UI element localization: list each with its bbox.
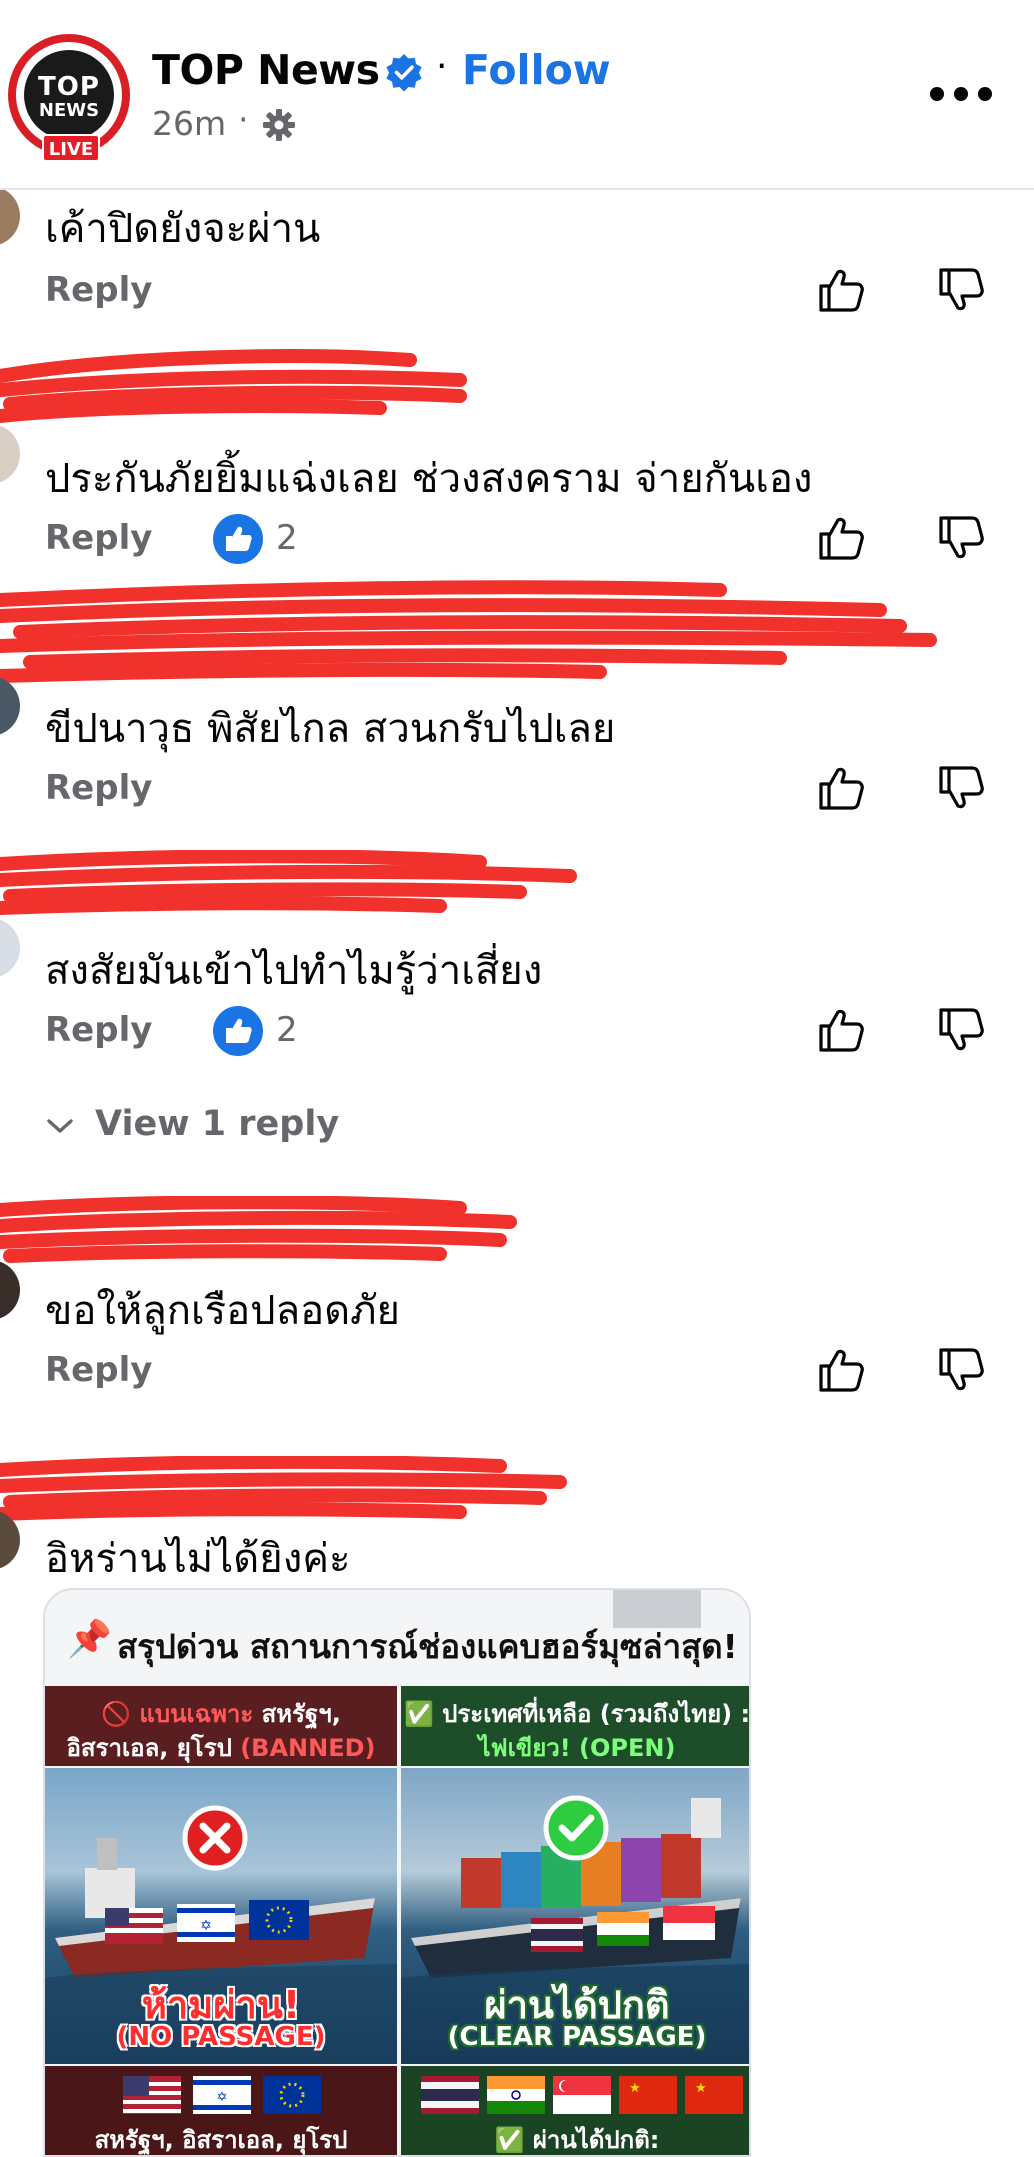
israel-flag-icon: ✡ (193, 2076, 251, 2114)
reply-button[interactable]: Reply (45, 1010, 152, 1050)
view-replies-label: View 1 reply (95, 1104, 340, 1144)
thailand-flag-icon (421, 2076, 479, 2114)
reaction-count[interactable]: 2 (276, 1010, 298, 1050)
comment-image-attachment[interactable]: 📌 สรุปด่วน สถานการณ์ช่องแคบฮอร์มุซล่าสุด… (43, 1588, 751, 2157)
redacted-name (0, 1456, 567, 1521)
comment-text: ประกันภัยยิ้มแฉ่งเลย ช่วงสงคราม จ่ายกันเ… (45, 456, 813, 502)
avatar-core: TOP NEWS (24, 50, 114, 140)
commenter-avatar[interactable] (0, 1510, 20, 1570)
redacted-name (0, 850, 577, 915)
post-header: TOP NEWS LIVE TOP News · Follow 26m · (0, 0, 1034, 190)
live-badge: LIVE (42, 134, 100, 162)
thumbs-down-icon[interactable] (935, 1344, 987, 1396)
reply-button[interactable]: Reply (45, 518, 152, 558)
commenter-avatar[interactable] (0, 424, 20, 484)
verified-badge-icon (386, 54, 422, 92)
banned-panel-header: 🚫 แบนเฉพาะ สหรัฐฯ, อิสราเอล, ยุโรป (BANN… (45, 1686, 397, 1766)
svg-text:★: ★ (629, 2081, 641, 2096)
open-panel-footer: ★ ★ ✅ ผ่านได้ปกติ: (401, 2066, 749, 2155)
cargo-ship-scene-banned: ✡ ห้ามผ่าน! (NO PASSAGE) (45, 1768, 397, 2064)
post-time[interactable]: 26m (152, 104, 226, 143)
us-flag-icon (123, 2076, 181, 2114)
comment-text: ขีปนาวุธ พิสัยไกล สวนกรับไปเลย (45, 706, 616, 752)
open-panel: ✅ ประเทศที่เหลือ (รวมถึงไทย) : ไฟเขียว! … (401, 1686, 749, 2155)
page-avatar[interactable]: TOP NEWS LIVE (8, 34, 130, 162)
thumbs-up-icon[interactable] (815, 512, 867, 564)
eu-flag-icon (263, 2076, 321, 2114)
commenter-avatar[interactable] (0, 1260, 20, 1320)
redacted-name (0, 580, 937, 683)
india-flag-icon (487, 2076, 545, 2114)
thumbs-up-icon[interactable] (815, 264, 867, 316)
china-flag-icon: ★ (685, 2076, 743, 2114)
china-flag-icon: ★ (619, 2076, 677, 2114)
svg-text:✡: ✡ (200, 1918, 212, 1934)
gear-icon (263, 109, 295, 141)
time-separator: · (238, 100, 249, 139)
thumbs-down-icon[interactable] (935, 1004, 987, 1056)
no-passage-label-en: (NO PASSAGE) (116, 2022, 326, 2052)
svg-text:✡: ✡ (217, 2090, 228, 2105)
banned-panel-footer: ✡ สหรัฐฯ, อิสราเอล, ยุโรป (45, 2066, 397, 2155)
reply-button[interactable]: Reply (45, 270, 152, 310)
banned-countries-footer: สหรัฐฯ, อิสราเอล, ยุโรป (94, 2126, 348, 2154)
follow-button[interactable]: Follow (462, 46, 611, 94)
chevron-down-icon (47, 1119, 73, 1133)
logo-news-text: NEWS (38, 100, 100, 121)
open-header-line2: ไฟเขียว! (OPEN) (478, 1734, 676, 1762)
banned-panel: 🚫 แบนเฉพาะ สหรัฐฯ, อิสราเอล, ยุโรป (BANN… (45, 1686, 397, 2155)
like-reaction-icon (213, 514, 263, 564)
clear-passage-label-en: (CLEAR PASSAGE) (447, 2022, 707, 2052)
page-name[interactable]: TOP News (152, 46, 380, 94)
thumbs-down-icon[interactable] (935, 264, 987, 316)
more-options-icon[interactable] (930, 84, 992, 104)
cargo-ship-scene-open: ผ่านได้ปกติ (CLEAR PASSAGE) (401, 1768, 749, 2064)
thumbs-up-icon[interactable] (815, 762, 867, 814)
commenter-avatar[interactable] (0, 918, 20, 978)
reaction-count[interactable]: 2 (276, 518, 298, 558)
open-panel-header: ✅ ประเทศที่เหลือ (รวมถึงไทย) : ไฟเขียว! … (401, 1686, 749, 1766)
redacted-name (0, 349, 467, 423)
thumbs-down-icon[interactable] (935, 512, 987, 564)
logo-top-text: TOP (38, 72, 100, 102)
pin-icon: 📌 (67, 1619, 112, 1660)
svg-text:★: ★ (695, 2081, 707, 2096)
singapore-flag-icon (553, 2076, 611, 2114)
header-separator: · (436, 46, 448, 87)
ban-countries-line1: สหรัฐฯ, (253, 1700, 341, 1728)
open-countries-footer: ✅ ผ่านได้ปกติ: (494, 2126, 660, 2154)
zoom-overlay (613, 1590, 701, 1628)
commenter-avatar[interactable] (0, 676, 20, 736)
comment-text: สงสัยมันเข้าไปทำไมรู้ว่าเสี่ยง (45, 948, 543, 994)
infographic-header: 📌 สรุปด่วน สถานการณ์ช่องแคบฮอร์มุซล่าสุด… (45, 1590, 749, 1690)
banned-header-line2: อิสราเอล, ยุโรป (BANNED) (45, 1728, 397, 1767)
comment-text: เค้าปิดยังจะผ่าน (45, 206, 321, 252)
like-reaction-icon (213, 1006, 263, 1056)
reply-button[interactable]: Reply (45, 768, 152, 808)
thumbs-up-icon[interactable] (815, 1004, 867, 1056)
banned-tag: (BANNED) (240, 1734, 376, 1762)
thumbs-up-icon[interactable] (815, 1344, 867, 1396)
thumbs-down-icon[interactable] (935, 762, 987, 814)
ban-countries-line2: อิสราเอล, ยุโรป (66, 1734, 241, 1762)
comment-text: ขอให้ลูกเรือปลอดภัย (45, 1288, 400, 1334)
ban-prefix: 🚫 แบนเฉพาะ (101, 1700, 254, 1728)
commenter-avatar[interactable] (0, 186, 20, 246)
redacted-name (0, 1196, 517, 1263)
reply-button[interactable]: Reply (45, 1350, 152, 1390)
comment-text: อิหร่านไม่ได้ยิงค่ะ (45, 1536, 351, 1582)
